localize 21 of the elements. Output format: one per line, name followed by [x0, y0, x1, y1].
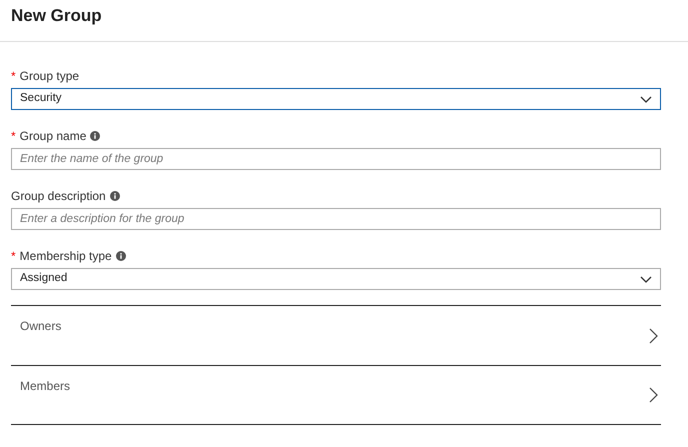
chevron-right-icon [649, 387, 658, 403]
required-asterisk: * [11, 248, 16, 265]
page-title: New Group [11, 5, 103, 27]
info-icon[interactable] [110, 191, 120, 201]
field-label: Group description [11, 188, 106, 205]
field-label: Group type [20, 68, 80, 85]
dropdown-field[interactable]: Security [11, 88, 661, 110]
info-icon[interactable] [90, 131, 100, 141]
chevron-down-icon [640, 276, 652, 282]
required-asterisk: * [11, 68, 16, 85]
chevron-down-icon [640, 96, 652, 102]
chevron-right-icon [649, 328, 658, 344]
required-asterisk: * [11, 128, 16, 145]
field-label: Membership type [20, 248, 112, 265]
dropdown-field[interactable]: Assigned [11, 268, 661, 290]
navigation-row[interactable]: Owners [11, 305, 661, 365]
field-label: Group name [20, 128, 86, 145]
input-field[interactable]: Enter a description for the group [11, 208, 661, 230]
input-field[interactable]: Enter the name of the group [11, 148, 661, 170]
navigation-row[interactable]: Members [11, 365, 661, 425]
info-icon[interactable] [116, 251, 126, 261]
